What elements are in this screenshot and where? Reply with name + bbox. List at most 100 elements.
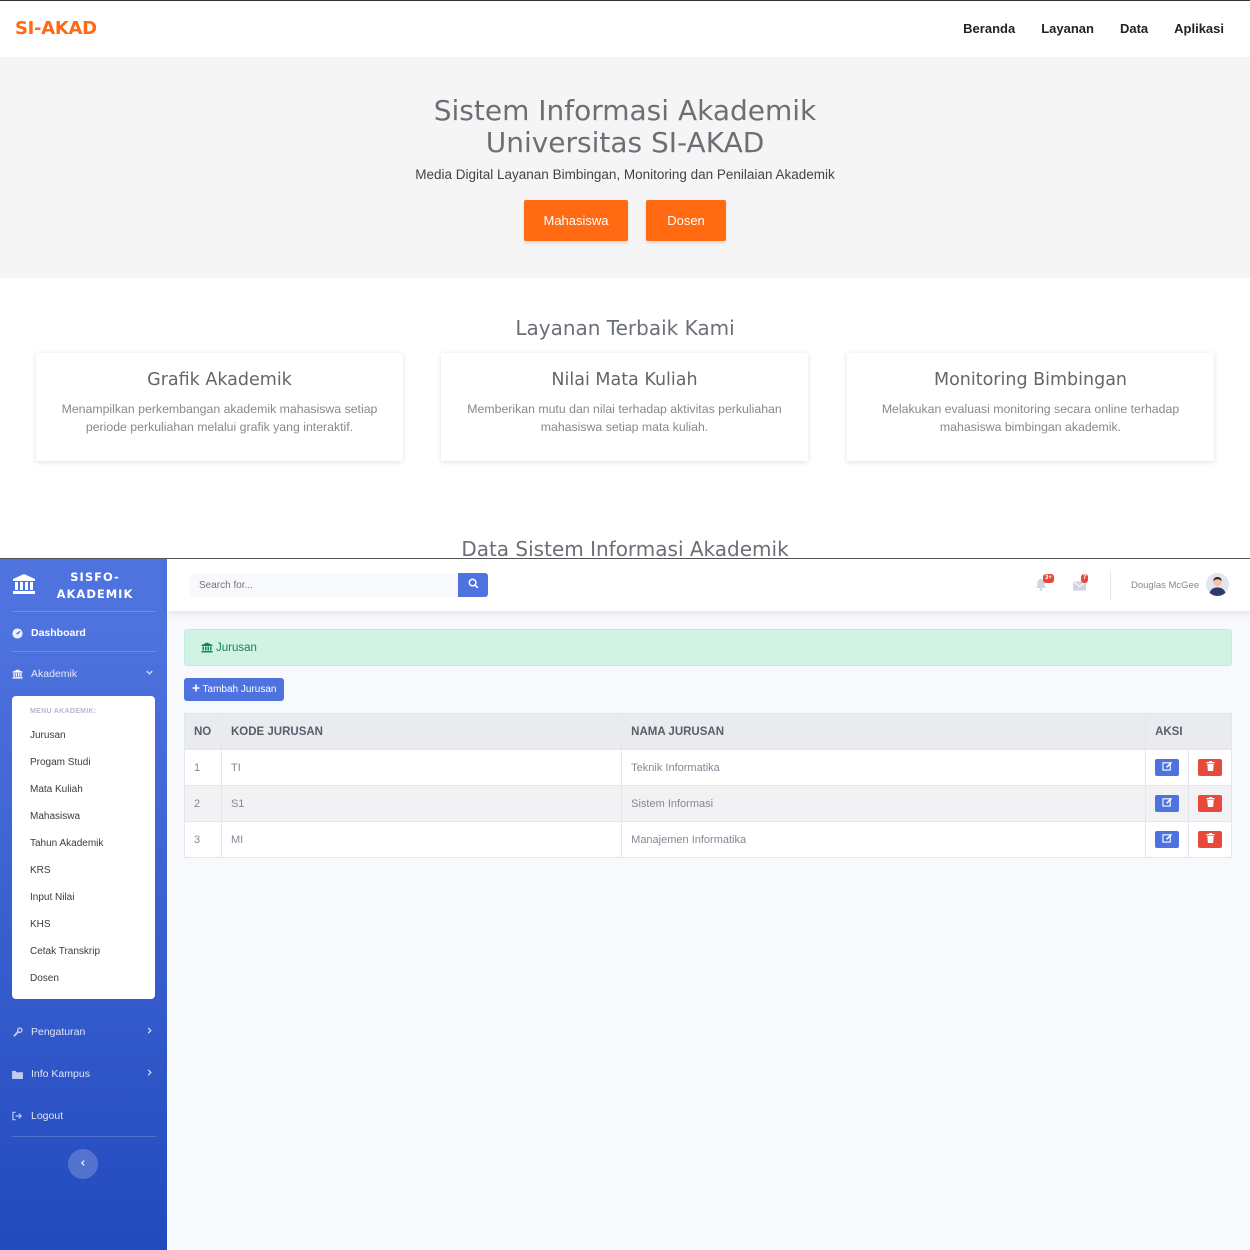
cell-edit [1145, 821, 1190, 858]
folder-icon [12, 1070, 25, 1079]
sidebar-divider [12, 651, 156, 652]
edit-button[interactable] [1155, 795, 1180, 812]
submenu-item-cetak-transkrip[interactable]: Cetak Transkrip [30, 946, 100, 957]
mahasiswa-button[interactable]: Mahasiswa [524, 200, 628, 241]
add-button-label: Tambah Jurusan [202, 684, 277, 695]
submenu-item-jurusan[interactable]: Jurusan [30, 730, 66, 741]
sidebar-item-label: Pengaturan [31, 1026, 86, 1038]
nav-layanan[interactable]: Layanan [1041, 21, 1094, 36]
submenu-item-khs[interactable]: KHS [30, 919, 51, 930]
sidebar-item-label: Dashboard [31, 627, 86, 639]
chevron-right-icon [145, 1068, 154, 1080]
hero-buttons: Mahasiswa Dosen [0, 200, 1250, 241]
hero-title-line1: Sistem Informasi Akademik [433, 94, 817, 127]
university-icon [12, 573, 36, 600]
chevron-down-icon [145, 668, 154, 680]
delete-button[interactable] [1198, 759, 1222, 776]
admin-panel-screenshot: SISFO- AKADEMIK Dashboard Akademik MENU … [0, 558, 1250, 1250]
cell-no: 3 [184, 821, 222, 858]
cell-delete [1188, 785, 1232, 822]
alerts-badge: 3+ [1043, 574, 1054, 583]
submenu-header: MENU AKADEMIK: [30, 708, 97, 715]
cell-nama: Sistem Informasi [621, 785, 1147, 822]
submenu-item-progam-studi[interactable]: Progam Studi [30, 757, 91, 768]
sidebar-item-label: Logout [31, 1110, 64, 1122]
search-icon [468, 576, 479, 594]
edit-button[interactable] [1155, 831, 1180, 848]
submenu-item-dosen[interactable]: Dosen [30, 973, 59, 984]
data-section-title: Data Sistem Informasi Akademik [461, 537, 789, 557]
edit-icon [1161, 761, 1173, 774]
column-header-kode: KODE JURUSAN [220, 713, 623, 750]
edit-button[interactable] [1155, 759, 1180, 776]
sidebar-item-pengaturan[interactable]: Pengaturan [12, 1026, 156, 1038]
cell-kode: MI [220, 821, 623, 858]
sidebar-brand-line1: SISFO- [70, 570, 120, 584]
submenu-item-mahasiswa[interactable]: Mahasiswa [30, 811, 80, 822]
trash-icon [1206, 761, 1215, 774]
landing-navbar: SI-AKAD Beranda Layanan Data Aplikasi [0, 0, 1250, 57]
submenu-item-input-nilai[interactable]: Input Nilai [30, 892, 74, 903]
sidebar-item-logout[interactable]: Logout [12, 1110, 156, 1122]
alerts-dropdown[interactable]: 3+ [1035, 574, 1054, 596]
wrench-icon [12, 1026, 25, 1038]
nav-aplikasi[interactable]: Aplikasi [1174, 21, 1224, 36]
sidebar-item-label: Info Kampus [31, 1068, 90, 1080]
service-card-title: Nilai Mata Kuliah [551, 370, 698, 390]
service-card-text: Menampilkan perkembangan akademik mahasi… [61, 402, 378, 434]
add-jurusan-button[interactable]: Tambah Jurusan [184, 678, 284, 701]
plus-icon [192, 684, 200, 695]
akademik-submenu: MENU AKADEMIK: Jurusan Progam Studi Mata… [12, 696, 155, 999]
trash-icon [1206, 833, 1215, 846]
user-name[interactable]: Douglas McGee [1131, 580, 1199, 591]
cell-delete [1188, 749, 1232, 786]
sidebar-item-akademik[interactable]: Akademik [12, 668, 156, 680]
messages-dropdown[interactable]: 7 [1073, 574, 1089, 596]
services-title: Layanan Terbaik Kami [515, 316, 735, 340]
submenu-item-tahun-akademik[interactable]: Tahun Akademik [30, 838, 103, 849]
table-row: 2 S1 Sistem Informasi [184, 785, 1232, 822]
search-input[interactable] [190, 573, 458, 597]
column-header-nama: NAMA JURUSAN [621, 713, 1147, 750]
sidebar-item-dashboard[interactable]: Dashboard [12, 627, 156, 639]
nav-beranda[interactable]: Beranda [963, 21, 1015, 36]
sidebar-toggle-button[interactable] [68, 1149, 98, 1179]
cell-edit [1145, 749, 1190, 786]
service-card-text: Memberikan mutu dan nilai terhadap aktiv… [467, 402, 782, 434]
edit-icon [1161, 797, 1173, 810]
sidebar: SISFO- AKADEMIK Dashboard Akademik MENU … [0, 559, 167, 1250]
table-row: 1 TI Teknik Informatika [184, 749, 1232, 786]
service-card-title: Monitoring Bimbingan [933, 370, 1128, 390]
cell-kode: S1 [220, 785, 623, 822]
cell-no: 2 [184, 785, 222, 822]
service-card-monitoring: Monitoring Bimbingan Melakukan evaluasi … [847, 353, 1214, 461]
messages-badge: 7 [1081, 574, 1089, 583]
delete-button[interactable] [1198, 831, 1222, 848]
nav-data[interactable]: Data [1120, 21, 1148, 36]
brand-logo[interactable]: SI-AKAD [15, 18, 97, 39]
submenu-item-mata-kuliah[interactable]: Mata Kuliah [30, 784, 83, 795]
page-title: Jurusan [216, 641, 257, 654]
cell-no: 1 [184, 749, 222, 786]
avatar[interactable] [1206, 573, 1229, 596]
search-button[interactable] [458, 573, 488, 597]
dosen-button[interactable]: Dosen [646, 200, 726, 241]
jurusan-table: NO KODE JURUSAN NAMA JURUSAN AKSI 1 TI T… [184, 713, 1232, 858]
sidebar-brand[interactable]: SISFO- AKADEMIK [0, 559, 167, 611]
service-card-title: Grafik Akademik [147, 370, 292, 390]
sidebar-item-label: Akademik [31, 668, 78, 680]
topbar-divider [1110, 571, 1111, 600]
chevron-right-icon [145, 1026, 154, 1038]
sidebar-brand-text: SISFO- AKADEMIK [50, 569, 140, 603]
column-header-no: NO [184, 713, 222, 750]
sidebar-item-info-kampus[interactable]: Info Kampus [12, 1068, 156, 1080]
nav-links: Beranda Layanan Data Aplikasi [963, 21, 1224, 36]
page-alert: Jurusan [184, 629, 1232, 666]
service-card-text: Melakukan evaluasi monitoring secara onl… [881, 402, 1180, 434]
table-header-row: NO KODE JURUSAN NAMA JURUSAN AKSI [184, 713, 1232, 750]
trash-icon [1206, 797, 1215, 810]
submenu-item-krs[interactable]: KRS [30, 865, 51, 876]
hero-title-line2: Universitas SI-AKAD [485, 126, 765, 159]
delete-button[interactable] [1198, 795, 1222, 812]
university-icon [201, 642, 213, 653]
